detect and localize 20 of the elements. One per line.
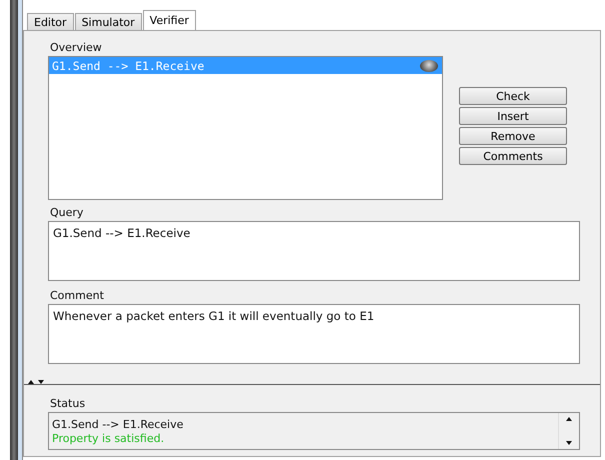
scroll-up-icon[interactable] <box>566 417 572 421</box>
action-button[interactable]: Insert <box>459 107 567 125</box>
query-field[interactable]: G1.Send --> E1.Receive <box>48 221 580 281</box>
section-label: Comment <box>50 289 104 302</box>
status-text: G1.Send --> E1.Receive <box>52 418 184 431</box>
scroll-down-icon[interactable] <box>566 441 572 445</box>
action-button[interactable]: Comments <box>459 147 567 165</box>
action-button[interactable]: Check <box>459 87 567 105</box>
action-button[interactable]: Remove <box>459 127 567 145</box>
tab[interactable]: Editor <box>27 13 74 30</box>
section-label: Overview <box>50 41 102 54</box>
tab[interactable]: Verifier <box>142 10 196 30</box>
collapse-up-icon[interactable] <box>28 380 34 384</box>
sphere-icon <box>420 60 438 72</box>
section-label: Status <box>50 397 86 410</box>
result-text: Property is satisfied. <box>52 432 166 445</box>
tab[interactable]: Simulator <box>74 13 142 30</box>
collapse-down-icon[interactable] <box>38 380 44 384</box>
comment-field[interactable]: Whenever a packet enters G1 it will eventually go to E1 <box>48 304 580 364</box>
section-label: Query <box>50 206 84 219</box>
